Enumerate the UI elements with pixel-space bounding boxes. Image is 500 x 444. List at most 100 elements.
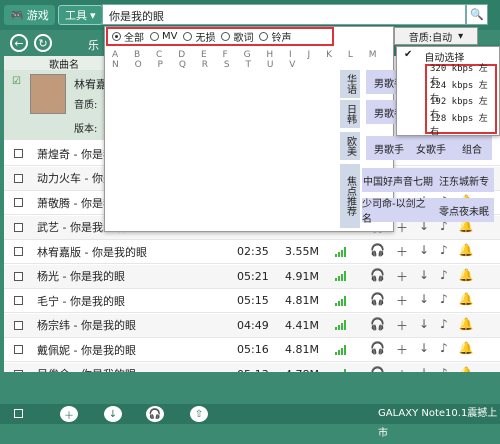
search-icon: 🔍 xyxy=(470,8,484,21)
radio-icon[interactable] xyxy=(150,32,159,41)
music-note-icon[interactable]: ♪ xyxy=(440,292,448,309)
category-tag[interactable]: 男歌手 xyxy=(366,136,412,160)
song-size: 4.41M xyxy=(285,318,319,332)
headphones-icon[interactable]: 🎧 xyxy=(370,341,385,358)
download-icon[interactable]: ↓ xyxy=(104,406,122,422)
add-icon[interactable]: ＋ xyxy=(396,341,408,358)
category-label[interactable]: 焦点推荐 xyxy=(340,164,360,228)
add-icon[interactable]: ＋ xyxy=(396,268,408,285)
song-duration: 05:16 xyxy=(237,343,269,356)
music-note-icon[interactable]: ♪ xyxy=(440,243,448,260)
song-size: 4.81M xyxy=(285,294,319,307)
song-row[interactable]: 戴佩妮 - 你是我的眼 05:16 4.81M 🎧 ＋ ↓ ♪ 🔔 xyxy=(4,338,500,362)
selected-song-title: 林宥嘉 xyxy=(74,78,107,91)
bell-icon[interactable]: 🔔 xyxy=(459,317,474,334)
song-row[interactable]: 杨光 - 你是我的眼 05:21 4.91M 🎧 ＋ ↓ ♪ 🔔 xyxy=(4,264,500,289)
filter-option[interactable]: 无损 xyxy=(183,29,215,44)
filter-label: 全部 xyxy=(124,33,144,44)
music-note-icon[interactable]: ♪ xyxy=(440,317,448,334)
category-tag[interactable]: 汪东城新专 xyxy=(434,168,494,192)
search-button[interactable]: 🔍 xyxy=(466,4,488,25)
row-checkbox[interactable] xyxy=(14,345,23,354)
row-checkbox[interactable] xyxy=(14,222,23,232)
filter-option[interactable]: MV xyxy=(150,31,177,42)
row-checkbox[interactable] xyxy=(14,198,23,207)
gamepad-icon: 🎮 xyxy=(10,8,24,22)
bell-icon[interactable]: 🔔 xyxy=(459,292,474,309)
filter-option[interactable]: 铃声 xyxy=(259,29,291,44)
bell-icon[interactable]: 🔔 xyxy=(459,268,474,285)
download-icon[interactable]: ↓ xyxy=(419,317,429,334)
checked-checkbox[interactable]: ☑ xyxy=(12,76,21,87)
tools-menu-button[interactable]: 工具 ▾ xyxy=(58,5,103,25)
song-size: 3.55M xyxy=(285,245,319,258)
quality-options-list: 320 kbps 左右 224 kbps 左右 192 kbps 左右 128 kbp… xyxy=(425,64,497,137)
category-tag[interactable]: 零点夜未眠 xyxy=(434,198,494,222)
add-icon[interactable]: ＋ xyxy=(396,317,408,334)
quality-option[interactable]: 128 kbps 左右 xyxy=(427,114,495,137)
back-icon[interactable]: ← xyxy=(10,34,28,52)
song-row[interactable]: 林宥嘉版 - 你是我的眼 02:35 3.55M 🎧 ＋ ↓ ♪ 🔔 xyxy=(4,240,500,264)
quality-button-label: 音质:自动 xyxy=(408,32,453,44)
artist-avatar xyxy=(30,74,66,114)
category-tag[interactable]: 组合 xyxy=(452,136,492,160)
signal-icon xyxy=(335,271,346,281)
song-size: 4.81M xyxy=(285,343,319,356)
row-checkbox[interactable] xyxy=(14,271,23,281)
category-tag[interactable]: 中国好声音七期 xyxy=(362,168,434,192)
games-button[interactable]: 🎮 游戏 xyxy=(4,5,55,25)
filter-option[interactable]: 全部 xyxy=(112,29,144,44)
nav-tab[interactable]: 乐 xyxy=(88,37,99,53)
filter-label: 铃声 xyxy=(271,33,292,44)
bell-icon[interactable]: 🔔 xyxy=(459,341,474,358)
song-title: 毛宁 - 你是我的眼 xyxy=(37,294,125,308)
radio-icon[interactable] xyxy=(259,32,269,41)
selected-song-quality: 音质: xyxy=(74,100,98,111)
tools-label: 工具 xyxy=(65,9,87,22)
category-label[interactable]: 日韩 xyxy=(340,100,360,128)
select-all-checkbox[interactable] xyxy=(14,409,23,418)
radio-icon[interactable] xyxy=(221,32,231,41)
headphones-icon[interactable]: 🎧 xyxy=(370,243,385,260)
chevron-down-icon: ▾ xyxy=(90,8,96,22)
song-title: 杨宗纬 - 你是我的眼 xyxy=(37,319,136,332)
song-duration: 02:35 xyxy=(237,245,269,258)
upload-icon[interactable]: ⇧ xyxy=(190,406,208,422)
download-icon[interactable]: ↓ xyxy=(419,243,429,260)
search-input[interactable]: 你是我的眼 xyxy=(102,4,466,25)
row-checkbox[interactable] xyxy=(14,247,23,256)
music-note-icon[interactable]: ♪ xyxy=(440,341,448,358)
category-label[interactable]: 欧美 xyxy=(340,132,360,160)
row-checkbox[interactable] xyxy=(14,173,23,183)
song-row[interactable]: 杨宗纬 - 你是我的眼 04:49 4.41M 🎧 ＋ ↓ ♪ 🔔 xyxy=(4,313,500,338)
download-icon[interactable]: ↓ xyxy=(419,341,429,358)
quality-select-button[interactable]: 音质:自动 ▾ xyxy=(394,27,478,45)
download-icon[interactable]: ↓ xyxy=(419,268,429,285)
alphabet-index[interactable]: A B C D E F G H I J K L M N O P Q R S T … xyxy=(112,50,402,70)
filter-label: 歌词 xyxy=(233,33,254,44)
bell-icon[interactable]: 🔔 xyxy=(459,243,474,260)
add-icon[interactable]: ＋ xyxy=(60,406,78,422)
headphones-icon[interactable]: 🎧 xyxy=(146,406,164,422)
brand-banner[interactable]: GALAXY Note10.1震撼上市 xyxy=(378,404,500,444)
filter-option[interactable]: 歌词 xyxy=(221,29,253,44)
radio-icon[interactable] xyxy=(112,32,121,41)
row-checkbox[interactable] xyxy=(14,320,23,330)
song-row[interactable]: 毛宁 - 你是我的眼 05:15 4.81M 🎧 ＋ ↓ ♪ 🔔 xyxy=(4,289,500,313)
category-label[interactable]: 华语 xyxy=(340,70,360,98)
category-tag[interactable]: 少司命-以剑之名 xyxy=(362,198,434,225)
song-title: 林宥嘉版 - 你是我的眼 xyxy=(37,245,147,259)
row-checkbox[interactable] xyxy=(14,149,23,158)
refresh-icon[interactable]: ↻ xyxy=(34,34,52,52)
headphones-icon[interactable]: 🎧 xyxy=(370,268,385,285)
signal-icon xyxy=(335,246,346,257)
headphones-icon[interactable]: 🎧 xyxy=(370,317,385,334)
row-checkbox[interactable] xyxy=(14,296,23,305)
radio-icon[interactable] xyxy=(183,32,193,41)
add-icon[interactable]: ＋ xyxy=(396,243,408,260)
music-note-icon[interactable]: ♪ xyxy=(440,268,448,285)
download-icon[interactable]: ↓ xyxy=(419,292,429,309)
headphones-icon[interactable]: 🎧 xyxy=(370,292,385,309)
category-tag[interactable]: 女歌手 xyxy=(408,136,454,160)
add-icon[interactable]: ＋ xyxy=(396,292,408,309)
